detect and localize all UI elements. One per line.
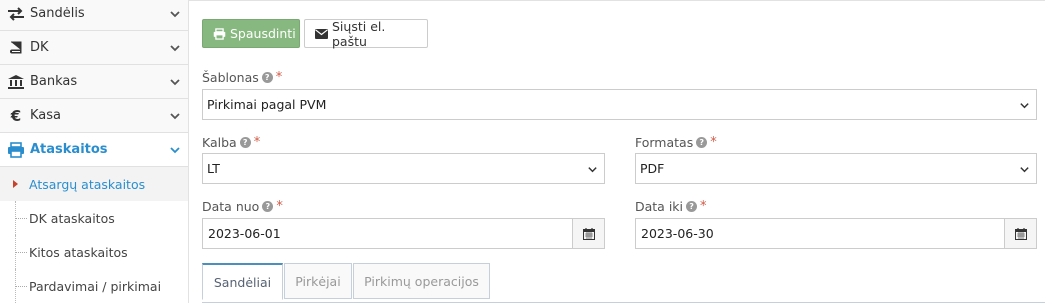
sidebar-item-kasa[interactable]: € Kasa [0, 99, 188, 133]
sidebar-item-dk[interactable]: DK [0, 31, 188, 65]
tab-pirkimu-operacijos[interactable]: Pirkimų operacijos [353, 263, 490, 299]
date-from-input[interactable]: 2023-06-01 [203, 219, 572, 248]
format-select[interactable]: PDF [635, 153, 1037, 184]
sidebar-item-ataskaitos[interactable]: Ataskaitos [0, 133, 188, 167]
sidebar-subitem-atsargu-ataskaitos[interactable]: Atsargų ataskaitos [0, 167, 188, 201]
date-to-label: Data iki ? * [635, 199, 707, 214]
sidebar: Sandėlis DK Bankas € Kasa Ataskaitos Ats… [0, 0, 189, 303]
tab-sandeliai[interactable]: Sandėliai [202, 263, 283, 300]
sidebar-item-label: Ataskaitos [30, 142, 108, 157]
date-from-field: 2023-06-01 [202, 218, 605, 249]
sidebar-item-bankas[interactable]: Bankas [0, 65, 188, 99]
template-label: Šablonas ? * [202, 70, 283, 85]
send-email-button[interactable]: Siųsti el. paštu [304, 18, 428, 49]
book-icon [5, 39, 27, 57]
language-label: Kalba ? * [202, 135, 261, 150]
chevron-down-icon [170, 79, 180, 86]
sidebar-subitem-label: Atsargų ataskaitos [29, 176, 146, 192]
sidebar-subitem-label: Pardavimai / pirkimai [29, 278, 162, 294]
language-select[interactable]: LT [202, 153, 605, 184]
help-icon[interactable]: ? [261, 72, 273, 83]
printer-icon [5, 141, 27, 159]
help-icon[interactable]: ? [239, 137, 251, 148]
calendar-icon[interactable] [572, 219, 604, 248]
top-divider [189, 0, 1045, 1]
date-to-input[interactable]: 2023-06-30 [636, 219, 1004, 248]
sidebar-item-label: DK [30, 40, 49, 55]
calendar-icon[interactable] [1004, 219, 1036, 248]
required-mark: * [700, 199, 707, 214]
euro-icon: € [10, 106, 22, 125]
sidebar-item-label: Bankas [30, 74, 78, 89]
tab-pirkejai[interactable]: Pirkėjai [284, 263, 352, 299]
sidebar-item-sandelis[interactable]: Sandėlis [0, 0, 188, 31]
envelope-icon [315, 28, 328, 39]
sidebar-subitem-pardavimai-pirkimai[interactable]: Pardavimai / pirkimai [0, 269, 188, 303]
sidebar-subitem-dk-ataskaitos[interactable]: DK ataskaitos [0, 201, 188, 235]
sidebar-item-label: Kasa [30, 108, 62, 123]
sidebar-item-label: Sandėlis [30, 6, 85, 21]
caret-right-icon [13, 180, 18, 188]
chevron-down-icon [170, 45, 180, 52]
help-icon[interactable]: ? [696, 137, 708, 148]
required-mark: * [275, 70, 283, 85]
printer-icon [213, 27, 226, 40]
required-mark: * [253, 135, 261, 150]
sidebar-subitem-label: Kitos ataskaitos [29, 244, 128, 260]
print-button[interactable]: Spausdinti [202, 19, 300, 48]
date-from-label: Data nuo ? * [202, 199, 283, 214]
print-button-label: Spausdinti [230, 26, 296, 41]
help-icon[interactable]: ? [262, 201, 274, 212]
chevron-down-icon [170, 11, 180, 18]
template-select[interactable]: Pirkimai pagal PVM [202, 89, 1037, 120]
chevron-down-icon [1020, 103, 1029, 109]
send-email-button-label: Siųsti el. paštu [332, 18, 386, 49]
exchange-arrows-icon [5, 5, 27, 23]
sidebar-subitem-label: DK ataskaitos [29, 210, 115, 226]
format-label: Formatas ? * [635, 135, 717, 150]
date-to-field: 2023-06-30 [635, 218, 1037, 249]
chevron-down-icon [588, 167, 597, 173]
sidebar-subitem-kitos-ataskaitos[interactable]: Kitos ataskaitos [0, 235, 188, 269]
required-mark: * [710, 135, 717, 150]
tab-bar: Sandėliai Pirkėjai Pirkimų operacijos [202, 263, 1045, 303]
help-icon[interactable]: ? [686, 201, 698, 212]
bank-icon [5, 73, 27, 91]
chevron-down-icon [170, 147, 180, 154]
required-mark: * [276, 199, 283, 214]
chevron-down-icon [1020, 167, 1029, 173]
chevron-down-icon [170, 113, 180, 120]
